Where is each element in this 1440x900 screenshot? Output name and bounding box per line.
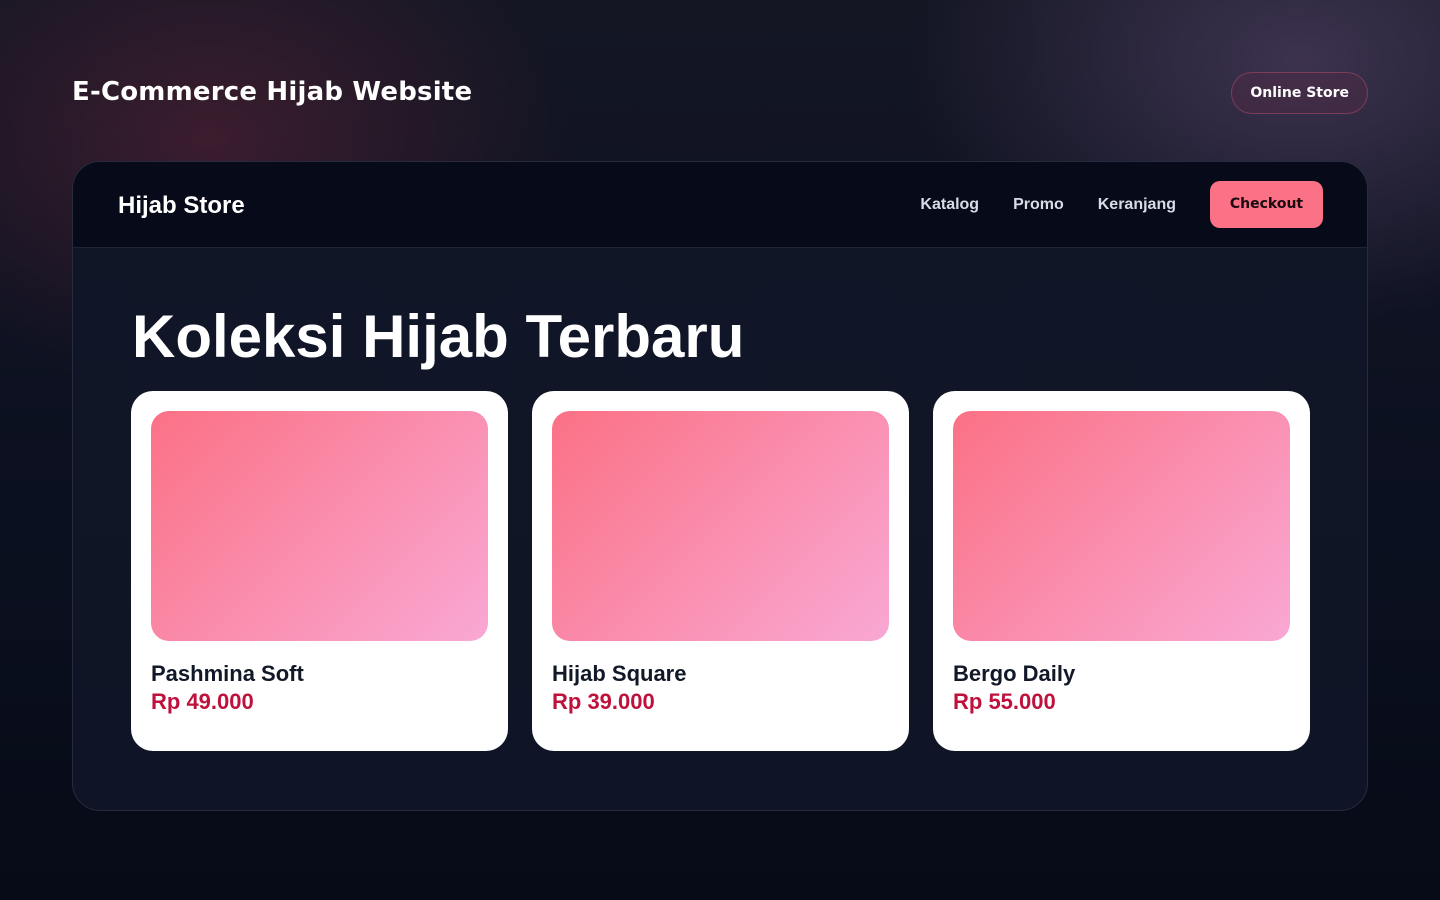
site-title: E-Commerce Hijab Website xyxy=(72,77,473,107)
online-store-badge[interactable]: Online Store xyxy=(1231,72,1368,114)
product-name: Hijab Square xyxy=(552,661,687,686)
brand-logo[interactable]: Hijab Store xyxy=(118,192,245,220)
nav-link-katalog[interactable]: Katalog xyxy=(920,196,979,214)
product-grid: Pashmina Soft Rp 49.000 Hijab Square Rp … xyxy=(131,391,1310,751)
product-price: Rp 55.000 xyxy=(953,689,1056,714)
nav-link-promo[interactable]: Promo xyxy=(1013,196,1064,214)
product-name: Bergo Daily xyxy=(953,661,1076,686)
product-price: Rp 49.000 xyxy=(151,689,254,714)
nav-links: Katalog Promo Keranjang Checkout xyxy=(920,181,1323,228)
app-preview-frame: Hijab Store Katalog Promo Keranjang Chec… xyxy=(72,161,1368,811)
product-price: Rp 39.000 xyxy=(552,689,655,714)
checkout-button[interactable]: Checkout xyxy=(1210,181,1323,228)
nav-link-keranjang[interactable]: Keranjang xyxy=(1098,196,1176,214)
product-card[interactable]: Hijab Square Rp 39.000 xyxy=(532,391,909,751)
navbar: Hijab Store Katalog Promo Keranjang Chec… xyxy=(73,162,1367,248)
page-header: E-Commerce Hijab Website Online Store xyxy=(72,72,1368,116)
product-image xyxy=(552,411,889,641)
section-title: Koleksi Hijab Terbaru xyxy=(132,303,745,370)
product-card[interactable]: Bergo Daily Rp 55.000 xyxy=(933,391,1310,751)
product-name: Pashmina Soft xyxy=(151,661,304,686)
product-card[interactable]: Pashmina Soft Rp 49.000 xyxy=(131,391,508,751)
product-image xyxy=(151,411,488,641)
product-image xyxy=(953,411,1290,641)
